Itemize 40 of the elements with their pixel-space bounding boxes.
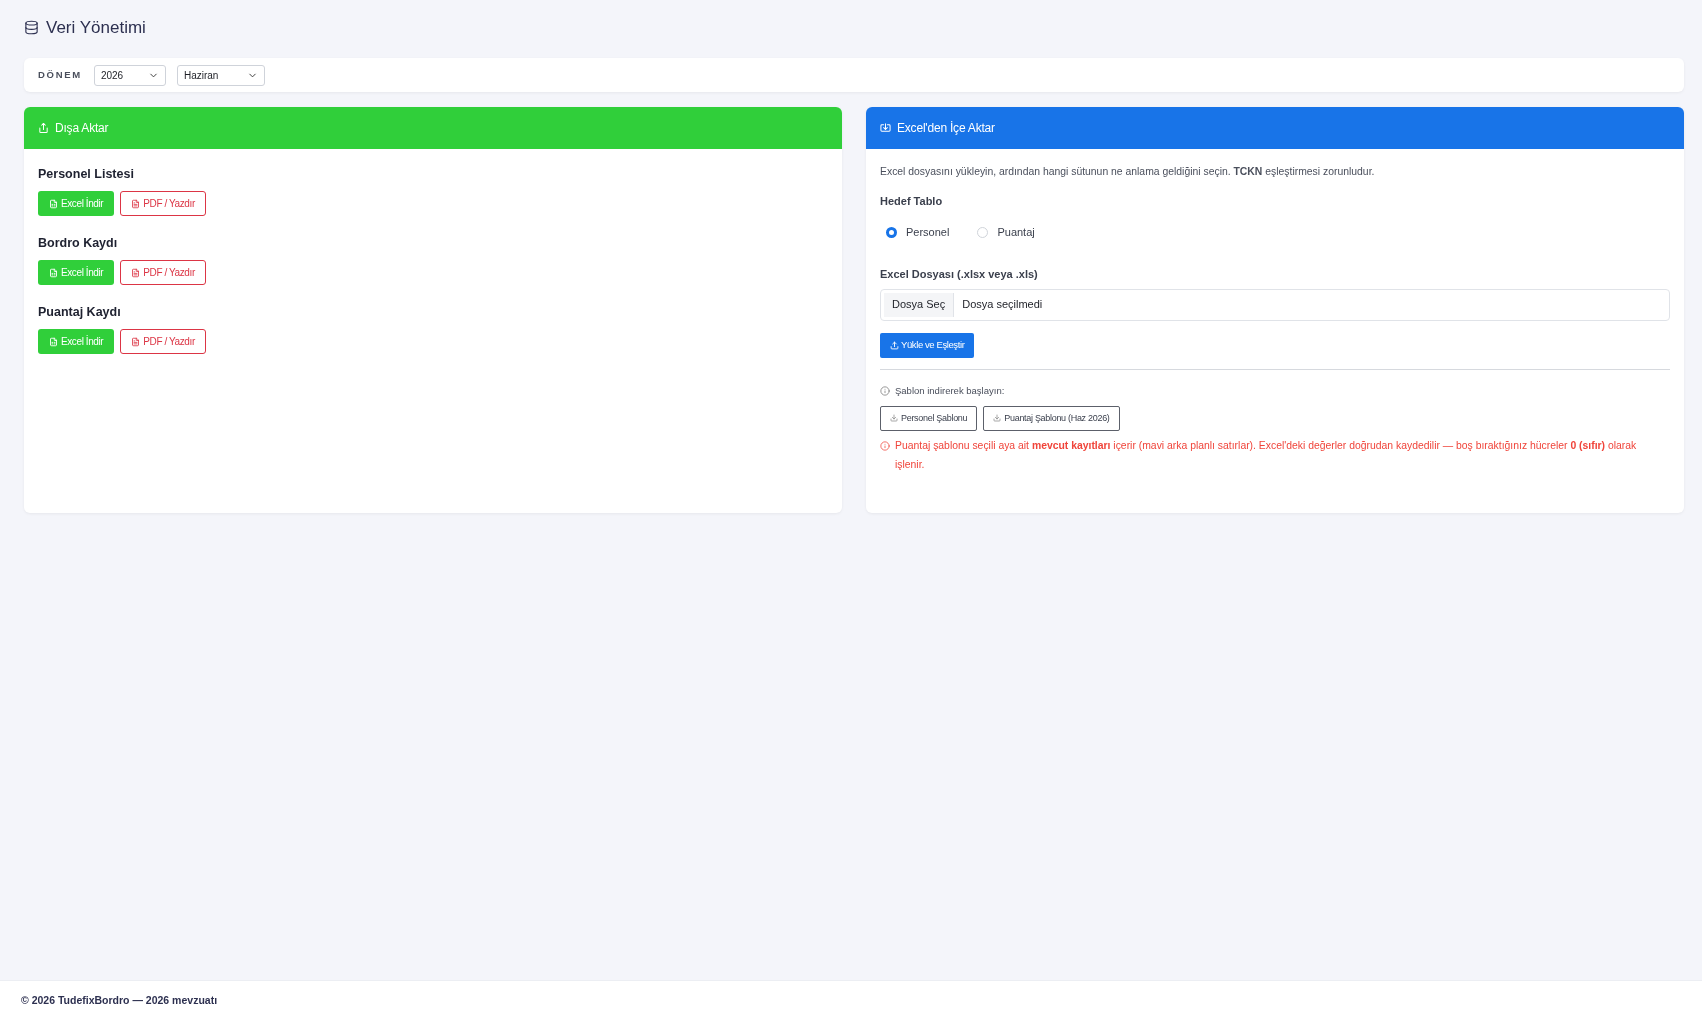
- card-title: Dışa Aktar: [55, 120, 109, 137]
- section-title: Personel Listesi: [38, 167, 134, 181]
- section-title: Puantaj Kaydı: [38, 305, 121, 319]
- radio-option[interactable]: Personel: [886, 224, 950, 241]
- spreadsheet-file-icon: [49, 336, 58, 347]
- pdf-print-button[interactable]: PDF / Yazdır: [120, 260, 206, 285]
- radio-option[interactable]: Puantaj: [977, 224, 1035, 241]
- file-status-text: Dosya seçilmedi: [961, 297, 1043, 313]
- database-icon: [24, 18, 39, 36]
- document-icon: [131, 198, 141, 209]
- download-icon: [890, 414, 898, 423]
- document-icon: [131, 336, 141, 347]
- target-table-label: Hedef Tablo: [880, 195, 943, 208]
- dropdown-select[interactable]: 2026: [93, 64, 166, 86]
- import-box-icon: [880, 122, 891, 134]
- document-icon: [131, 267, 141, 278]
- template-warning: Puantaj şablonu seçili aya ait mevcut kayıtları içerir (mavi arka planlı satırlar). Excel'deki değerler doğrudan kaydedilir — boş bıraktığınız hücreler 0 (sıfır) olarak işlenir.: [895, 438, 1638, 472]
- upload-icon: [890, 340, 899, 350]
- file-label: Excel Dosyası (.xlsx veya .xls): [880, 267, 1038, 281]
- pdf-print-button[interactable]: PDF / Yazdır: [120, 329, 206, 354]
- file-input-field[interactable]: Dosya Seç Dosya seçilmedi: [880, 288, 1670, 321]
- section-title: Bordro Kaydı: [38, 236, 118, 250]
- card-title: Excel'den İçe Aktar: [897, 120, 995, 137]
- template-download-button[interactable]: Personel Şablonu: [880, 405, 978, 431]
- warning-info-icon: [880, 440, 890, 451]
- spreadsheet-file-icon: [49, 267, 58, 278]
- info-icon: [880, 385, 890, 396]
- spreadsheet-file-icon: [49, 198, 58, 209]
- footer-text: © 2026 TudefixBordro — 2026 mevzuatı: [21, 993, 218, 1009]
- page-title: Veri Yönetimi: [46, 18, 146, 36]
- download-icon: [993, 414, 1002, 423]
- upload-match-button[interactable]: Yükle ve Eşleştir: [880, 332, 975, 358]
- dropdown-select[interactable]: Haziran: [176, 64, 265, 86]
- import-description: Excel dosyasını yükleyin, ardından hangi sütunun ne anlama geldiğini seçin. TCKN eşleştirmesi zorunludur.: [880, 165, 1375, 178]
- pdf-print-button[interactable]: PDF / Yazdır: [120, 191, 206, 216]
- choose-file-button[interactable]: Dosya Seç: [884, 292, 955, 317]
- period-label: DÖNEM: [38, 67, 82, 82]
- template-download-button[interactable]: Puantaj Şablonu (Haz 2026): [983, 405, 1120, 431]
- share-box-icon: [38, 122, 49, 134]
- template-hint: Şablon indirerek başlayın:: [895, 383, 1005, 398]
